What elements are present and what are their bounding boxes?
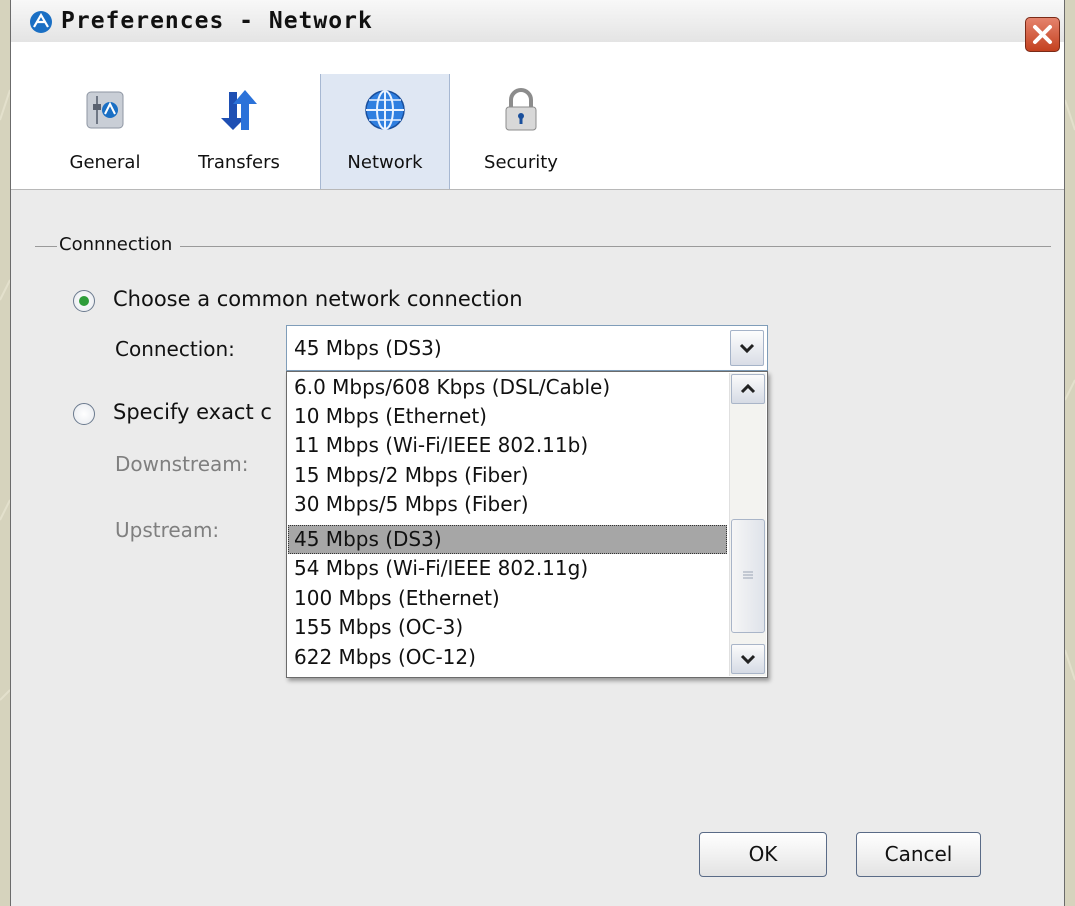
exact-connection-radio[interactable]	[73, 403, 95, 425]
upstream-label: Upstream:	[115, 518, 220, 542]
downstream-label: Downstream:	[115, 452, 249, 476]
list-item[interactable]: 30 Mbps/5 Mbps (Fiber)	[288, 490, 727, 519]
close-icon	[1033, 25, 1052, 44]
list-item[interactable]: 622 Mbps (OC-12)	[288, 643, 727, 672]
chevron-up-icon	[740, 383, 756, 394]
app-logo-icon	[30, 11, 52, 33]
exact-connection-label[interactable]: Specify exact c	[113, 400, 272, 424]
common-connection-radio[interactable]	[73, 290, 95, 312]
tab-transfers[interactable]: Transfers	[179, 74, 299, 189]
connection-label: Connection:	[115, 337, 235, 361]
connection-group-legend: Connnection	[57, 234, 181, 255]
tab-network-label: Network	[347, 152, 423, 173]
padlock-icon	[505, 88, 537, 131]
transfer-arrows-icon	[221, 90, 257, 130]
tab-security-label: Security	[484, 152, 558, 173]
connection-group-border	[35, 246, 1051, 247]
tab-general[interactable]: General	[55, 74, 155, 189]
scrollbar-thumb[interactable]	[731, 519, 765, 633]
connection-select[interactable]: 45 Mbps (DS3)	[286, 325, 768, 371]
grip-icon	[743, 571, 753, 579]
tab-general-label: General	[69, 152, 141, 173]
tab-security[interactable]: Security	[461, 74, 581, 189]
globe-icon	[365, 90, 405, 130]
preferences-toolbar: General Transfers Network Security	[11, 74, 1064, 190]
window-title: Preferences - Network	[61, 8, 373, 34]
radio-checked-dot	[79, 296, 89, 306]
connection-dropdown-list[interactable]: 6.0 Mbps/608 Kbps (DSL/Cable) 10 Mbps (E…	[286, 371, 768, 678]
title-row: Preferences - Network	[11, 0, 1064, 42]
list-item[interactable]: 10 Mbps (Ethernet)	[288, 402, 727, 431]
ok-button[interactable]: OK	[699, 832, 827, 877]
connection-select-value: 45 Mbps (DS3)	[294, 336, 442, 360]
preferences-window: Preferences - Network General Transfers …	[10, 0, 1065, 906]
list-item[interactable]: 15 Mbps/2 Mbps (Fiber)	[288, 461, 727, 490]
list-item[interactable]: 11 Mbps (Wi-Fi/IEEE 802.11b)	[288, 431, 727, 460]
cancel-button[interactable]: Cancel	[856, 832, 981, 877]
list-item[interactable]: 6.0 Mbps/608 Kbps (DSL/Cable)	[288, 373, 727, 402]
list-item[interactable]: 155 Mbps (OC-3)	[288, 613, 727, 642]
chevron-down-icon	[740, 654, 756, 665]
list-item[interactable]: 54 Mbps (Wi-Fi/IEEE 802.11g)	[288, 554, 727, 583]
tab-transfers-label: Transfers	[198, 152, 280, 173]
list-item-selected[interactable]: 45 Mbps (DS3)	[288, 525, 727, 554]
tab-network[interactable]: Network	[320, 74, 450, 189]
list-item[interactable]: 100 Mbps (Ethernet)	[288, 584, 727, 613]
common-connection-label[interactable]: Choose a common network connection	[113, 287, 523, 311]
dropdown-scrollbar[interactable]	[729, 373, 766, 676]
general-settings-icon	[86, 91, 124, 129]
chevron-down-icon	[739, 343, 755, 354]
close-button[interactable]	[1025, 17, 1060, 52]
scroll-up-button[interactable]	[731, 374, 765, 404]
scroll-down-button[interactable]	[731, 644, 765, 674]
connection-select-arrow[interactable]	[730, 330, 764, 366]
